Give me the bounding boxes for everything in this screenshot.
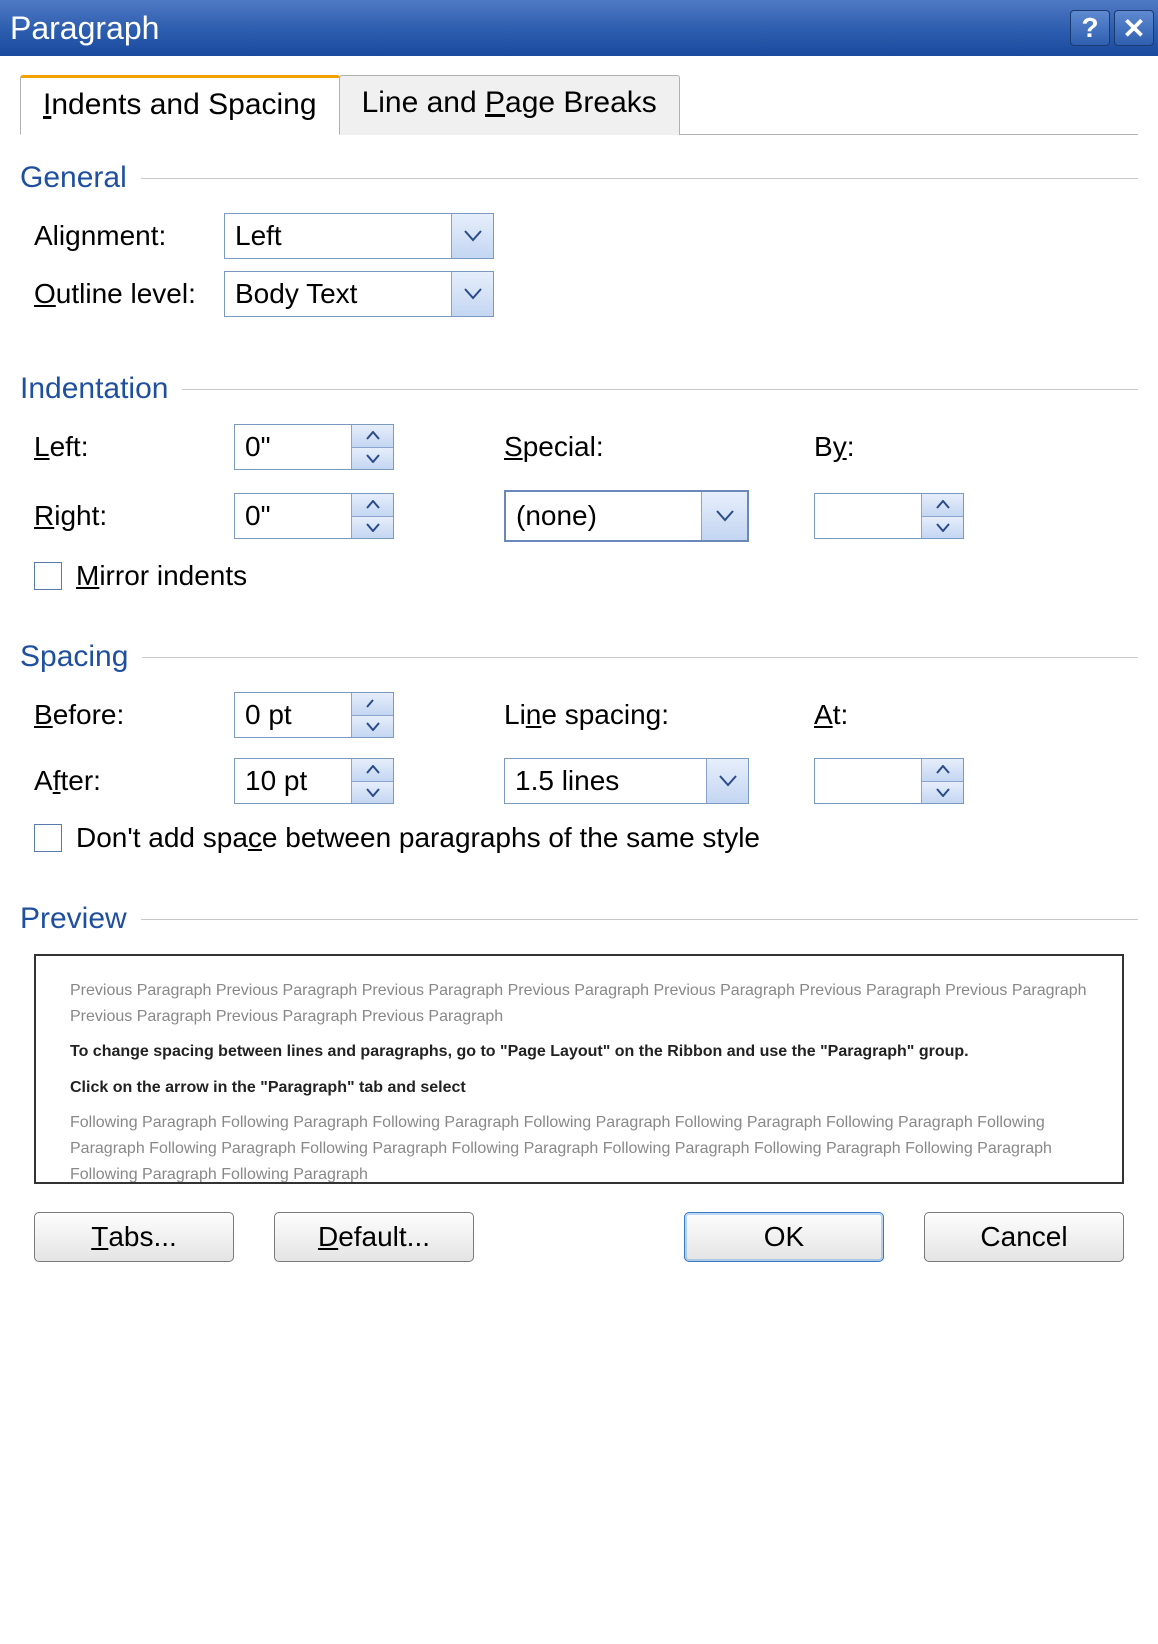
special-value: (none) [506, 496, 701, 536]
mirror-indents-label: Mirror indents [76, 560, 247, 592]
line-spacing-label: Line spacing: [504, 699, 774, 731]
at-spinner[interactable] [814, 758, 964, 804]
section-indentation: Indentation [20, 372, 1138, 406]
at-label: At: [814, 699, 974, 731]
help-button[interactable]: ? [1070, 10, 1110, 46]
indent-right-spinner[interactable]: 0" [234, 493, 394, 539]
alignment-combo[interactable]: Left [224, 213, 494, 259]
title-bar: Paragraph ? ✕ [0, 0, 1158, 56]
tab-indents-spacing-label: Indents and Spacingndents and Spacing [51, 88, 316, 121]
outline-level-label: Outline level: [34, 278, 224, 310]
by-value [815, 512, 921, 520]
special-combo[interactable]: (none) [504, 490, 749, 542]
outline-level-combo[interactable]: Body Text [224, 271, 494, 317]
spin-down-icon[interactable] [352, 517, 393, 539]
tab-indents-spacing[interactable]: IIndents and Spacingndents and Spacing [20, 75, 340, 135]
after-label: After: [34, 765, 234, 797]
spin-up-icon[interactable] [922, 759, 963, 782]
alignment-label: Alignment: [34, 220, 224, 252]
after-spinner[interactable]: 10 pt [234, 758, 394, 804]
spin-up-icon[interactable] [352, 425, 393, 448]
spin-down-icon[interactable] [922, 782, 963, 804]
tab-line-page-breaks[interactable]: Line and Page Breaks [339, 75, 680, 135]
indent-right-label: Right: [34, 500, 234, 532]
dont-add-space-checkbox[interactable] [34, 824, 62, 852]
dont-add-space-label: Don't add space between paragraphs of th… [76, 822, 760, 854]
spin-up-icon[interactable] [922, 494, 963, 517]
window-title: Paragraph [10, 10, 1070, 47]
spin-down-icon[interactable] [922, 517, 963, 539]
ok-button[interactable]: OK [684, 1212, 884, 1262]
indent-left-value: 0" [235, 427, 351, 467]
alignment-value: Left [225, 216, 451, 256]
by-spinner[interactable] [814, 493, 964, 539]
before-spinner[interactable]: 0 pt [234, 692, 394, 738]
section-spacing: Spacing [20, 640, 1138, 674]
spin-up-icon[interactable] [352, 693, 393, 716]
preview-previous-text: Previous Paragraph Previous Paragraph Pr… [70, 978, 1088, 1029]
indent-right-value: 0" [235, 496, 351, 536]
mirror-indents-checkbox[interactable] [34, 562, 62, 590]
spin-down-icon[interactable] [352, 782, 393, 804]
preview-box: Previous Paragraph Previous Paragraph Pr… [34, 954, 1124, 1184]
indent-left-spinner[interactable]: 0" [234, 424, 394, 470]
chevron-down-icon[interactable] [701, 492, 747, 540]
special-label: Special: [504, 431, 774, 463]
at-value [815, 777, 921, 785]
line-spacing-value: 1.5 lines [505, 761, 706, 801]
section-preview: Preview [20, 902, 1138, 936]
tabs-button[interactable]: Tabs... [34, 1212, 234, 1262]
preview-sample-line-1: To change spacing between lines and para… [70, 1039, 1088, 1065]
cancel-button[interactable]: Cancel [924, 1212, 1124, 1262]
line-spacing-combo[interactable]: 1.5 lines [504, 758, 749, 804]
indent-left-label: Left: [34, 431, 234, 463]
outline-level-value: Body Text [225, 274, 451, 314]
close-button[interactable]: ✕ [1114, 10, 1154, 46]
by-label: By: [814, 431, 974, 463]
chevron-down-icon[interactable] [451, 272, 493, 316]
tab-strip: IIndents and Spacingndents and Spacing L… [20, 74, 1138, 135]
spin-down-icon[interactable] [352, 716, 393, 738]
preview-following-text: Following Paragraph Following Paragraph … [70, 1110, 1088, 1184]
chevron-down-icon[interactable] [451, 214, 493, 258]
default-button[interactable]: Default... [274, 1212, 474, 1262]
tab-line-page-breaks-label: Line and Page Breaks [362, 86, 657, 119]
before-label: Before: [34, 699, 234, 731]
preview-sample-line-2: Click on the arrow in the "Paragraph" ta… [70, 1075, 1088, 1101]
before-value: 0 pt [235, 695, 351, 735]
spin-up-icon[interactable] [352, 494, 393, 517]
spin-up-icon[interactable] [352, 759, 393, 782]
chevron-down-icon[interactable] [706, 759, 748, 803]
after-value: 10 pt [235, 761, 351, 801]
spin-down-icon[interactable] [352, 448, 393, 470]
section-general: General [20, 161, 1138, 195]
